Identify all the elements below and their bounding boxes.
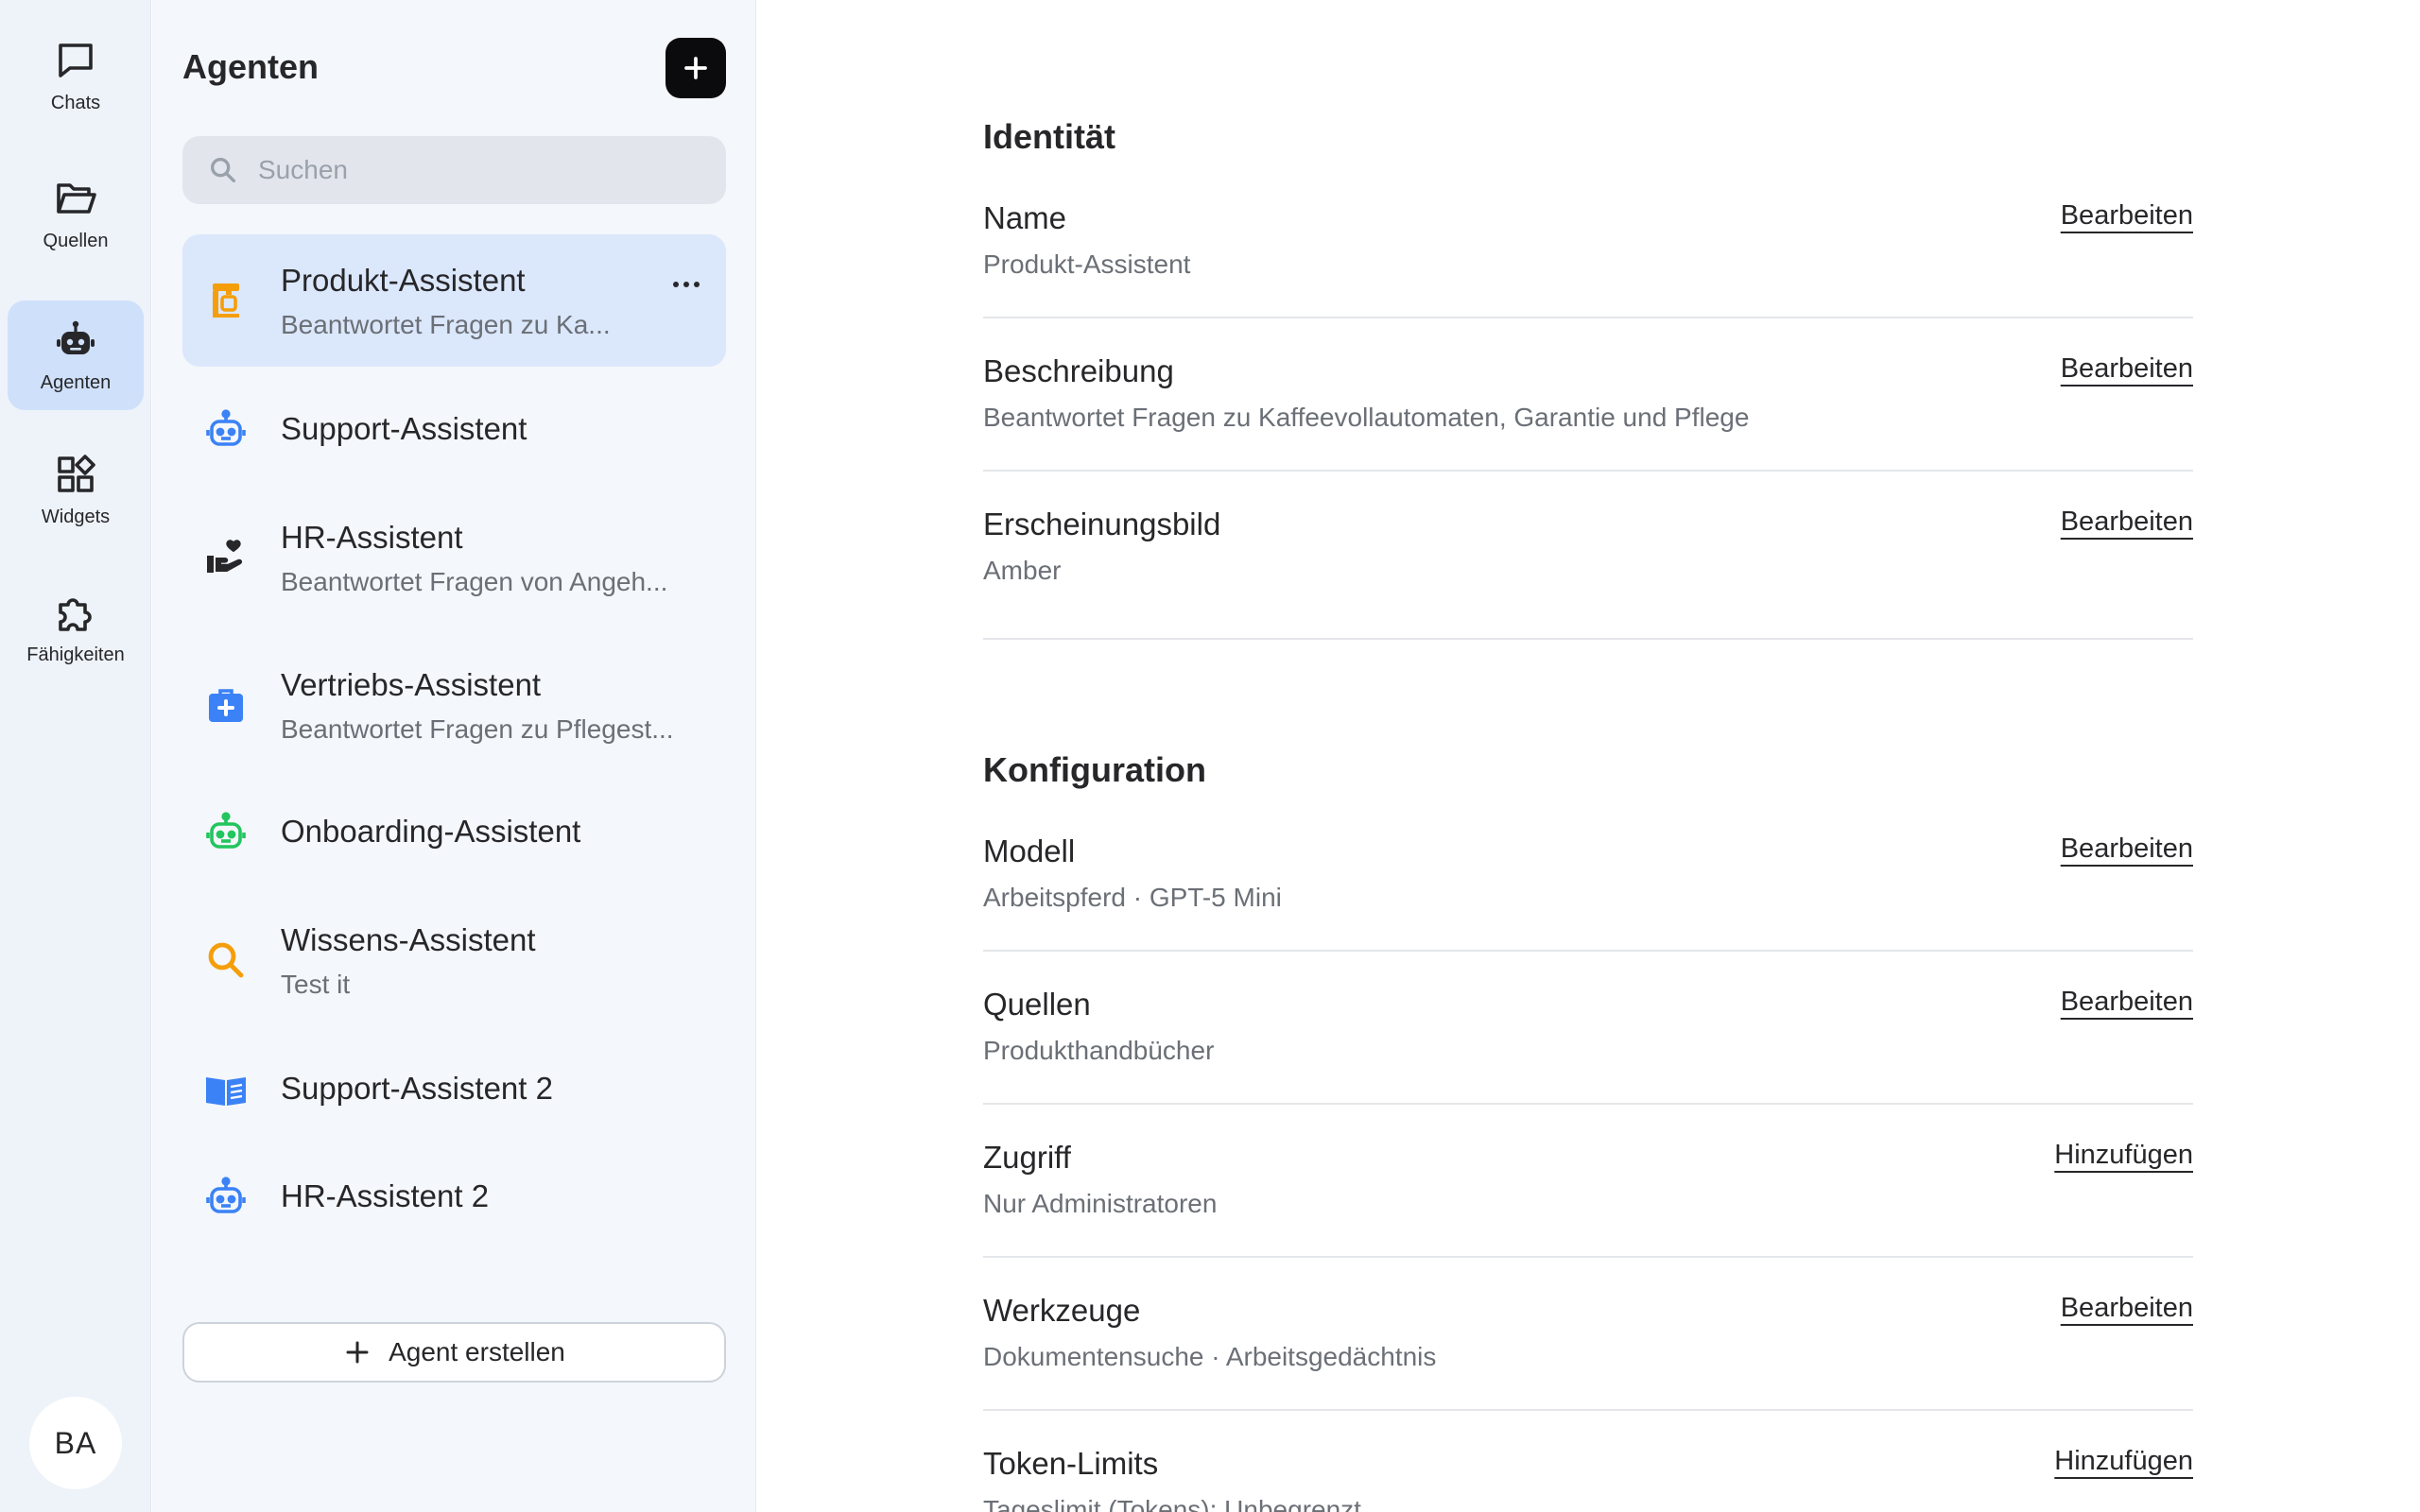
magnify-icon (203, 937, 249, 983)
add-access-button[interactable]: Hinzufügen (2054, 1140, 2193, 1171)
puzzle-icon (59, 597, 92, 631)
row-description: Beschreibung Beantwortet Fragen zu Kaffe… (983, 353, 2193, 472)
search-input[interactable] (258, 155, 712, 185)
add-agent-button[interactable] (666, 38, 726, 98)
agent-item-hr-assistent[interactable]: HR-Assistent Beantwortet Fragen von Ange… (182, 491, 726, 624)
agents-panel: Agenten Produkt-Assistent Beantwortet Fr… (152, 0, 756, 1512)
agent-item-onboarding-assistent[interactable]: Onboarding-Assistent (182, 790, 726, 875)
agent-name: HR-Assistent 2 (281, 1178, 490, 1213)
rail-item-widgets[interactable]: Widgets (8, 435, 144, 544)
agent-item-support-assistent[interactable]: Support-Assistent (182, 387, 726, 472)
edit-sources-button[interactable]: Bearbeiten (2061, 987, 2193, 1018)
agent-description: Beantwortet Fragen von Angeh... (281, 567, 668, 596)
agent-name: Wissens-Assistent (281, 922, 536, 957)
nav-rail: Chats Quellen Agenten Widgets Fähigkeite… (0, 0, 151, 1512)
agent-item-produkt-assistent[interactable]: Produkt-Assistent Beantwortet Fragen zu … (182, 234, 726, 367)
rail-label-chats: Chats (50, 92, 101, 113)
user-avatar[interactable]: BA (29, 1397, 122, 1489)
agent-detail: Identität Name Produkt-Assistent Bearbei… (983, 0, 2193, 1512)
divider (983, 950, 2193, 952)
robot-icon (57, 320, 95, 354)
agent-name: Produkt-Assistent (281, 263, 526, 298)
row-label: Erscheinungsbild (983, 507, 1221, 541)
book-open-icon (203, 1067, 249, 1112)
row-value: Nur Administratoren (983, 1189, 1218, 1218)
row-label: Beschreibung (983, 353, 1174, 388)
add-token-limits-button[interactable]: Hinzufügen (2054, 1446, 2193, 1477)
row-label: Name (983, 200, 1067, 235)
row-sources: Quellen Produkthandbücher Bearbeiten (983, 987, 2193, 1106)
row-label: Werkzeuge (983, 1293, 1141, 1328)
row-model: Modell Arbeitspferd · GPT-5 Mini Bearbei… (983, 833, 2193, 953)
divider (983, 317, 2193, 318)
panel-title: Agenten (182, 47, 319, 86)
rail-label-faehigkeiten: Fähigkeiten (26, 644, 125, 665)
robot-icon (203, 810, 249, 855)
coffee-machine-icon (203, 278, 249, 323)
agent-name: Vertriebs-Assistent (281, 667, 542, 702)
search-icon (210, 157, 236, 183)
agent-item-vertriebs-assistent[interactable]: Vertriebs-Assistent Beantwortet Fragen z… (182, 639, 726, 771)
agent-description: Beantwortet Fragen zu Ka... (281, 310, 611, 339)
rail-item-chats[interactable]: Chats (8, 21, 144, 130)
row-value: Produkt-Assistent (983, 249, 1191, 279)
more-options-icon[interactable] (673, 282, 700, 287)
row-label: Modell (983, 833, 1076, 868)
rail-item-agenten[interactable]: Agenten (8, 301, 144, 410)
divider (983, 1103, 2193, 1105)
row-label: Quellen (983, 987, 1091, 1022)
row-access: Zugriff Nur Administratoren Hinzufügen (983, 1140, 2193, 1259)
agent-item-wissens-assistent[interactable]: Wissens-Assistent Test it (182, 894, 726, 1026)
agent-item-hr-assistent-2[interactable]: HR-Assistent 2 (182, 1155, 726, 1240)
row-value: Beantwortet Fragen zu Kaffeevollautomate… (983, 403, 1750, 432)
plus-icon (684, 57, 707, 79)
row-label: Token-Limits (983, 1446, 1159, 1481)
rail-label-agenten: Agenten (40, 371, 112, 393)
agent-name: HR-Assistent (281, 520, 463, 555)
section-title-identity: Identität (983, 117, 1115, 156)
agent-description: Test it (281, 970, 351, 999)
row-value: Produkthandbücher (983, 1036, 1215, 1065)
edit-description-button[interactable]: Bearbeiten (2061, 353, 2193, 385)
search-field[interactable] (182, 136, 726, 204)
rail-item-quellen[interactable]: Quellen (8, 159, 144, 268)
agent-name: Support-Assistent 2 (281, 1071, 553, 1106)
row-value: Amber (983, 556, 1062, 585)
row-value: Arbeitspferd · GPT-5 Mini (983, 883, 1282, 912)
create-agent-label: Agent erstellen (389, 1337, 565, 1366)
robot-icon (203, 1175, 249, 1220)
rail-label-widgets: Widgets (41, 506, 111, 527)
row-name: Name Produkt-Assistent Bearbeiten (983, 200, 2193, 319)
chat-icon (59, 43, 93, 77)
row-value: Tageslimit (Tokens): Unbegrenzt (983, 1495, 1361, 1512)
row-tools: Werkzeuge Dokumentensuche · Arbeitsgedäc… (983, 1293, 2193, 1412)
plus-icon (346, 1341, 369, 1364)
row-label: Zugriff (983, 1140, 1071, 1175)
create-agent-button[interactable]: Agent erstellen (182, 1322, 726, 1383)
hand-heart-icon (203, 535, 249, 580)
edit-model-button[interactable]: Bearbeiten (2061, 833, 2193, 865)
edit-name-button[interactable]: Bearbeiten (2061, 200, 2193, 232)
row-appearance: Erscheinungsbild Amber Bearbeiten (983, 507, 2193, 643)
divider (983, 1256, 2193, 1258)
rail-item-faehigkeiten[interactable]: Fähigkeiten (8, 573, 144, 682)
medical-bag-icon (203, 682, 249, 728)
agent-description: Beantwortet Fragen zu Pflegest... (281, 714, 674, 744)
robot-icon (203, 407, 249, 453)
section-title-config: Konfiguration (983, 750, 1206, 789)
folder-open-icon (57, 182, 96, 214)
row-token-limits: Token-Limits Tageslimit (Tokens): Unbegr… (983, 1446, 2193, 1512)
edit-tools-button[interactable]: Bearbeiten (2061, 1293, 2193, 1324)
divider (983, 638, 2193, 640)
edit-appearance-button[interactable]: Bearbeiten (2061, 507, 2193, 538)
agent-name: Support-Assistent (281, 411, 527, 446)
widgets-icon (58, 454, 95, 492)
divider (983, 470, 2193, 472)
row-value: Dokumentensuche · Arbeitsgedächtnis (983, 1342, 1437, 1371)
agent-item-support-assistent-2[interactable]: Support-Assistent 2 (182, 1047, 726, 1132)
divider (983, 1409, 2193, 1411)
rail-label-quellen: Quellen (43, 230, 109, 251)
agent-name: Onboarding-Assistent (281, 814, 581, 849)
